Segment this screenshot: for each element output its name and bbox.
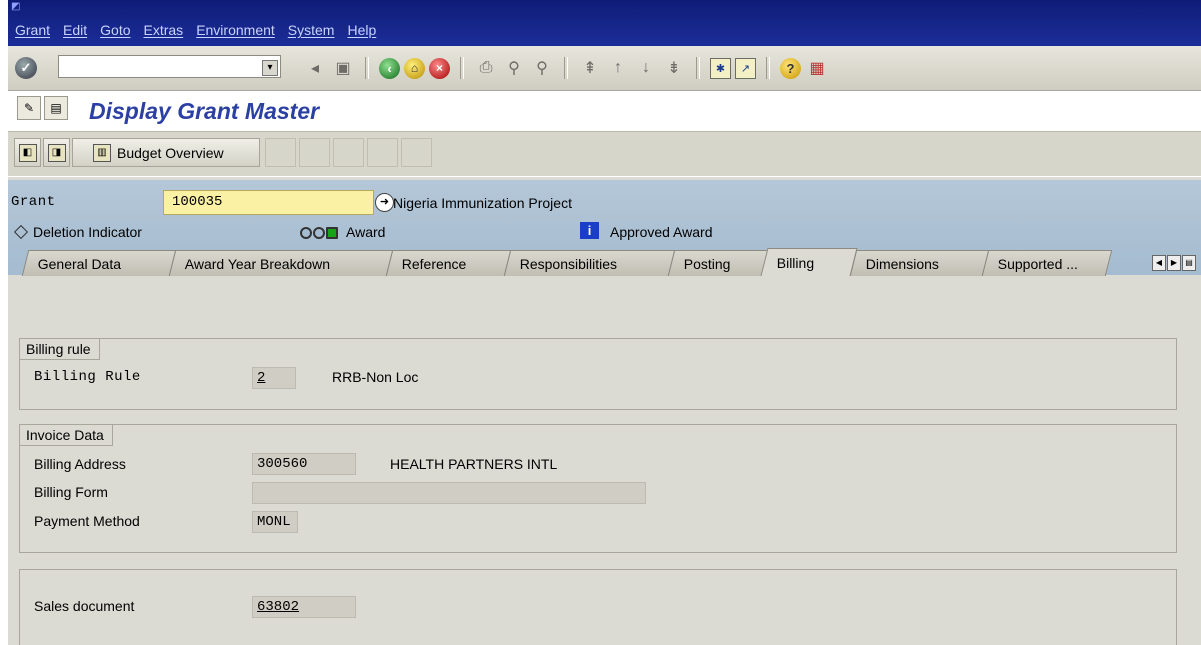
billing-form-label: Billing Form: [34, 484, 108, 500]
print-icon[interactable]: ⎙: [474, 56, 498, 80]
payment-method-label: Payment Method: [34, 513, 140, 529]
award-status-light-icon: [300, 227, 338, 239]
budget-overview-button[interactable]: ▥ Budget Overview: [72, 138, 260, 167]
toolbar-separator: [365, 57, 369, 79]
tab-supported[interactable]: Supported ...: [981, 250, 1113, 276]
billing-address-description: HEALTH PARTNERS INTL: [390, 456, 558, 472]
previous-document-icon: ◧: [18, 143, 37, 162]
switch-display-change-icon[interactable]: ✎: [17, 96, 41, 120]
first-page-icon[interactable]: ⇞: [578, 56, 602, 80]
toolbar-separator: [564, 57, 568, 79]
billing-rule-description: RRB-Non Loc: [332, 369, 419, 385]
tab-general-data[interactable]: General Data: [21, 250, 177, 276]
sales-document-group: Sales document 63802: [19, 569, 1177, 645]
billing-rule-group: Billing rule Billing Rule 2 RRB-Non Loc: [19, 338, 1177, 410]
tab-scroll-right-icon[interactable]: ▶: [1167, 255, 1181, 271]
inactive-button: [265, 138, 296, 167]
page-title: Display Grant Master: [89, 98, 320, 124]
billing-tab-content: Billing rule Billing Rule 2 RRB-Non Loc …: [8, 276, 1201, 645]
invoice-data-group-title: Invoice Data: [20, 425, 113, 446]
grant-label: Grant: [11, 194, 56, 210]
toolbar-separator: [766, 57, 770, 79]
tab-navigation: ◀ ▶ ▤: [1152, 255, 1196, 271]
menu-help[interactable]: Help: [347, 22, 376, 38]
billing-address-label: Billing Address: [34, 456, 126, 472]
tab-posting[interactable]: Posting: [667, 250, 769, 276]
toolbar-separator: [696, 57, 700, 79]
previous-page-icon[interactable]: ↑: [606, 56, 630, 80]
cancel-icon[interactable]: ×: [429, 57, 450, 79]
enter-check-icon[interactable]: ✓: [15, 57, 37, 79]
find-icon[interactable]: ⚲: [502, 56, 526, 80]
command-field[interactable]: [58, 55, 281, 78]
tab-strip: General Data Award Year Breakdown Refere…: [21, 248, 1113, 276]
tab-award-year-breakdown[interactable]: Award Year Breakdown: [168, 250, 394, 276]
sales-document-label: Sales document: [34, 598, 135, 614]
tab-list-icon[interactable]: ▤: [1182, 255, 1196, 271]
previous-grant-button[interactable]: ◧: [14, 138, 41, 167]
sap-window: ◩ Grant Edit Goto Extras Environment Sys…: [8, 0, 1201, 645]
grant-input[interactable]: 100035: [163, 190, 374, 215]
inactive-button: [401, 138, 432, 167]
menu-bar: ◩ Grant Edit Goto Extras Environment Sys…: [8, 0, 1201, 46]
approved-award-label: Approved Award: [610, 224, 713, 240]
application-toolbar: ◧ ◨ ▥ Budget Overview: [8, 131, 1201, 177]
award-label: Award: [346, 224, 386, 240]
info-icon: i: [580, 222, 599, 239]
find-next-icon[interactable]: ⚲: [530, 56, 554, 80]
help-icon[interactable]: ?: [780, 57, 801, 79]
menu-extras[interactable]: Extras: [144, 22, 184, 38]
next-page-icon[interactable]: ↓: [634, 56, 658, 80]
budget-overview-label: Budget Overview: [117, 144, 224, 161]
billing-form-field[interactable]: [252, 482, 646, 504]
menu-system[interactable]: System: [288, 22, 335, 38]
deletion-indicator-label: Deletion Indicator: [33, 224, 142, 240]
next-document-icon: ◨: [47, 143, 66, 162]
title-bar: ✎ ▤ Display Grant Master: [8, 91, 1201, 131]
tab-responsibilities[interactable]: Responsibilities: [503, 250, 676, 276]
toolbar-separator: [460, 57, 464, 79]
last-page-icon[interactable]: ⇟: [662, 56, 686, 80]
tab-billing[interactable]: Billing: [760, 248, 858, 276]
tab-dimensions[interactable]: Dimensions: [849, 250, 990, 276]
grant-description: Nigeria Immunization Project: [393, 195, 572, 211]
invoice-data-group: Invoice Data Billing Address 300560 HEAL…: [19, 424, 1177, 553]
tab-scroll-left-icon[interactable]: ◀: [1152, 255, 1166, 271]
next-grant-button[interactable]: ◨: [43, 138, 70, 167]
inactive-button: [333, 138, 364, 167]
command-history-icon[interactable]: ▾: [262, 60, 278, 76]
other-grant-icon[interactable]: ▤: [44, 96, 68, 120]
billing-rule-label: Billing Rule: [34, 369, 141, 385]
billing-rule-field[interactable]: 2: [252, 367, 296, 389]
menu-edit[interactable]: Edit: [63, 22, 87, 38]
collapse-icon[interactable]: ◂: [303, 56, 327, 80]
back-icon[interactable]: ‹: [379, 57, 400, 79]
billing-address-field[interactable]: 300560: [252, 453, 356, 475]
billing-rule-group-title: Billing rule: [20, 339, 100, 360]
menu-grant[interactable]: Grant: [15, 22, 50, 38]
menu-environment[interactable]: Environment: [196, 22, 275, 38]
budget-overview-icon: ▥: [93, 143, 111, 162]
payment-method-field[interactable]: MONL: [252, 511, 298, 533]
inactive-button: [367, 138, 398, 167]
shortcut-icon[interactable]: ↗: [735, 57, 756, 79]
layout-menu-icon[interactable]: ▦: [805, 56, 829, 80]
sales-document-field[interactable]: 63802: [252, 596, 356, 618]
window-menu-icon[interactable]: ◩: [11, 1, 20, 12]
new-session-icon[interactable]: ✱: [710, 57, 731, 79]
standard-toolbar: ✓ ▾ ◂ ▣ ‹ ⌂ × ⎙ ⚲ ⚲ ⇞ ↑ ↓ ⇟ ✱ ↗ ? ▦: [8, 46, 1201, 91]
exit-icon[interactable]: ⌂: [404, 57, 425, 79]
menu-goto[interactable]: Goto: [100, 22, 130, 38]
tab-reference[interactable]: Reference: [385, 250, 512, 276]
inactive-button: [299, 138, 330, 167]
save-icon[interactable]: ▣: [331, 56, 355, 80]
grant-description-icon[interactable]: ➜: [375, 193, 394, 212]
